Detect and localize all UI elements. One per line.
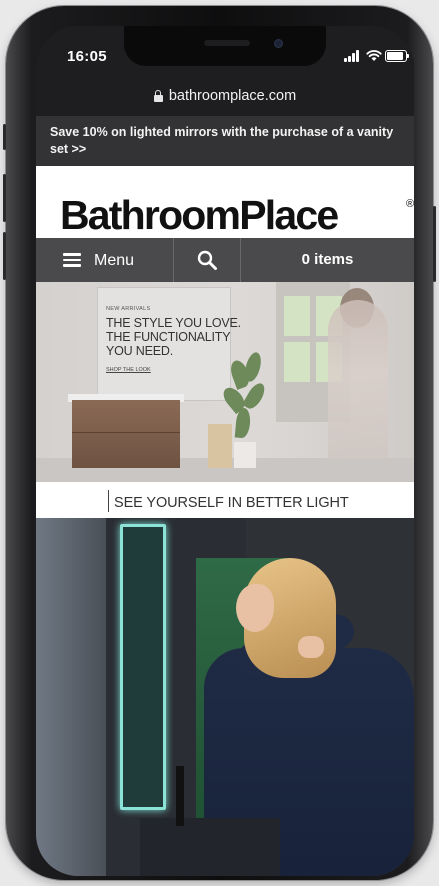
- model-hand: [298, 636, 324, 658]
- cart-count-label: 0 items: [301, 251, 354, 268]
- lock-icon: [153, 89, 163, 102]
- earpiece-speaker: [204, 40, 250, 46]
- battery-icon: [385, 50, 409, 62]
- faucet-image: [176, 766, 184, 826]
- site-logo[interactable]: BathroomPlace: [60, 192, 339, 239]
- hero-text-block: NEW ARRIVALS THE STYLE YOU LOVE. THE FUN…: [106, 306, 241, 373]
- shop-the-look-link[interactable]: SHOP THE LOOK: [106, 367, 241, 373]
- volume-up-button: [3, 174, 6, 222]
- hero-banner[interactable]: NEW ARRIVALS THE STYLE YOU LOVE. THE FUN…: [36, 282, 414, 482]
- phone-frame: 16:05 bathroomplace.com Save 10% on ligh…: [3, 6, 436, 880]
- url-text: bathroomplace.com: [168, 88, 297, 104]
- menu-label: Menu: [94, 252, 135, 269]
- wall-left: [36, 518, 106, 876]
- site-header: BathroomPlace ®: [36, 166, 414, 238]
- status-bar: 16:05: [36, 26, 414, 86]
- section-title: SEE YOURSELF IN BETTER LIGHT: [114, 495, 349, 511]
- hero-model-image: [328, 300, 388, 482]
- plant-pot: [234, 442, 256, 468]
- lighted-mirror-photo[interactable]: [36, 518, 414, 876]
- led-mirror-image: [120, 524, 166, 810]
- search-icon: [197, 250, 217, 270]
- section-heading: SEE YOURSELF IN BETTER LIGHT: [36, 482, 414, 518]
- cart-button[interactable]: 0 items: [241, 238, 414, 282]
- hero-headline-line: THE STYLE YOU LOVE.: [106, 316, 241, 330]
- hero-headline-line: THE FUNCTIONALITY: [106, 330, 231, 344]
- silent-switch: [3, 124, 6, 150]
- cellular-signal-icon: [344, 50, 362, 62]
- vanity-image: [72, 400, 180, 468]
- status-time: 16:05: [67, 48, 107, 65]
- nav-bar: Menu 0 items: [36, 238, 414, 282]
- address-bar[interactable]: bathroomplace.com: [36, 86, 414, 116]
- wifi-icon: [366, 50, 382, 61]
- basket-image: [208, 424, 232, 468]
- hero-eyebrow: NEW ARRIVALS: [106, 306, 151, 312]
- search-button[interactable]: [174, 238, 240, 282]
- hamburger-icon: [63, 253, 81, 267]
- registered-mark: ®: [406, 198, 414, 210]
- model-face: [236, 584, 274, 632]
- heading-accent-bar: [108, 490, 109, 512]
- notch: [124, 26, 326, 66]
- promo-banner[interactable]: Save 10% on lighted mirrors with the pur…: [36, 116, 414, 166]
- front-camera: [274, 39, 283, 48]
- menu-button[interactable]: Menu: [36, 238, 173, 282]
- phone-screen: 16:05 bathroomplace.com Save 10% on ligh…: [36, 26, 414, 876]
- volume-down-button: [3, 232, 6, 280]
- vanity-drawer-line: [72, 432, 180, 433]
- power-button: [433, 206, 436, 282]
- sink-image: [140, 818, 280, 876]
- hero-headline: THE STYLE YOU LOVE. THE FUNCTIONALITY YO…: [106, 316, 241, 358]
- hero-headline-line: YOU NEED.: [106, 344, 173, 358]
